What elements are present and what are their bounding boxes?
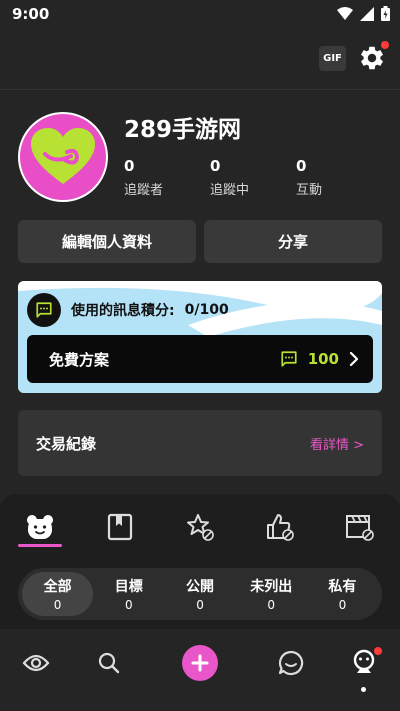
filter-private[interactable]: 私有 0 xyxy=(307,572,378,616)
plan-name: 免費方案 xyxy=(49,350,110,369)
profile-actions: 編輯個人資料 分享 xyxy=(18,220,382,263)
filter-label: 未列出 xyxy=(250,579,293,595)
thumb-hidden-icon xyxy=(267,514,294,541)
wifi-icon xyxy=(337,6,353,20)
credits-card: 使用的訊息積分: 0/100 免費方案 100 xyxy=(18,281,382,393)
stat-count: 0 xyxy=(124,157,135,175)
notification-dot xyxy=(381,41,389,49)
credits-label: 使用的訊息積分: xyxy=(71,303,175,319)
view-details-link[interactable]: 看詳情 > xyxy=(310,434,364,453)
filter-label: 全部 xyxy=(43,579,72,595)
tab-library[interactable] xyxy=(100,510,140,544)
filter-count: 0 xyxy=(53,598,62,612)
filter-label: 私有 xyxy=(328,579,357,595)
eye-icon xyxy=(22,654,50,672)
transactions-card[interactable]: 交易紀錄 看詳情 > xyxy=(18,410,382,476)
filter-count: 0 xyxy=(267,598,276,612)
add-button[interactable] xyxy=(182,645,218,681)
tab-media[interactable] xyxy=(340,510,380,544)
profile-icon xyxy=(353,649,375,673)
stat-following[interactable]: 0 追蹤中 xyxy=(210,157,296,198)
message-icon xyxy=(281,351,297,367)
filter-goals[interactable]: 目標 0 xyxy=(93,572,164,616)
stat-count: 0 xyxy=(296,157,307,175)
transactions-title: 交易紀錄 xyxy=(36,434,97,453)
battery-icon xyxy=(381,6,390,21)
avatar[interactable] xyxy=(18,112,108,202)
tab-likes[interactable] xyxy=(260,510,300,544)
stat-interactions[interactable]: 0 互動 xyxy=(296,157,382,198)
search-icon xyxy=(98,652,120,674)
nav-create[interactable] xyxy=(182,645,218,681)
bottom-nav xyxy=(0,629,400,711)
status-bar: 9:00 xyxy=(0,0,400,32)
stat-followers[interactable]: 0 追蹤者 xyxy=(124,157,210,198)
nav-search[interactable] xyxy=(91,645,127,681)
stat-count: 0 xyxy=(210,157,221,175)
credits-usage: 使用的訊息積分: 0/100 xyxy=(27,293,229,327)
message-icon xyxy=(36,302,52,318)
username: 289手游网 xyxy=(124,117,242,143)
gif-button[interactable]: GIF xyxy=(319,45,346,71)
filter-count: 0 xyxy=(338,598,347,612)
signal-icon xyxy=(360,6,374,21)
edit-profile-button[interactable]: 編輯個人資料 xyxy=(18,220,196,263)
stat-label: 追蹤者 xyxy=(124,183,164,198)
plan-row[interactable]: 免費方案 100 xyxy=(27,335,373,383)
filter-count: 0 xyxy=(124,598,133,612)
filter-label: 目標 xyxy=(114,579,143,595)
tab-bear[interactable] xyxy=(20,510,60,544)
chat-icon xyxy=(278,650,304,676)
active-tab-indicator xyxy=(18,544,62,547)
nav-messages[interactable] xyxy=(273,645,309,681)
add-icon xyxy=(191,654,209,672)
filter-public[interactable]: 公開 0 xyxy=(164,572,235,616)
notification-dot xyxy=(374,647,382,655)
clapper-hidden-icon xyxy=(346,515,374,541)
chevron-right-icon xyxy=(349,352,359,366)
header-divider xyxy=(0,89,400,90)
stat-label: 互動 xyxy=(296,183,323,198)
profile-stats: 0 追蹤者 0 追蹤中 0 互動 xyxy=(124,157,382,198)
bear-icon xyxy=(27,515,53,539)
active-nav-indicator xyxy=(361,687,366,692)
book-icon xyxy=(107,513,133,541)
heart-avatar-icon xyxy=(31,128,95,184)
status-time: 9:00 xyxy=(12,5,50,23)
message-badge xyxy=(27,293,61,327)
share-button[interactable]: 分享 xyxy=(204,220,382,263)
tab-favorites[interactable] xyxy=(180,510,220,544)
stat-label: 追蹤中 xyxy=(210,183,250,198)
status-icons xyxy=(337,6,390,21)
filter-label: 公開 xyxy=(186,579,214,595)
filter-bar: 全部 0 目標 0 公開 0 未列出 0 私有 0 xyxy=(18,568,382,620)
plan-credits: 100 xyxy=(307,350,339,368)
filter-all[interactable]: 全部 0 xyxy=(22,572,94,616)
star-hidden-icon xyxy=(187,514,214,541)
top-actions: GIF xyxy=(319,41,389,72)
nav-explore[interactable] xyxy=(18,645,54,681)
credits-value: 0/100 xyxy=(184,302,229,318)
nav-profile[interactable] xyxy=(346,645,382,681)
filter-unlisted[interactable]: 未列出 0 xyxy=(236,572,307,616)
settings-button[interactable] xyxy=(358,41,389,72)
filter-count: 0 xyxy=(196,598,204,612)
